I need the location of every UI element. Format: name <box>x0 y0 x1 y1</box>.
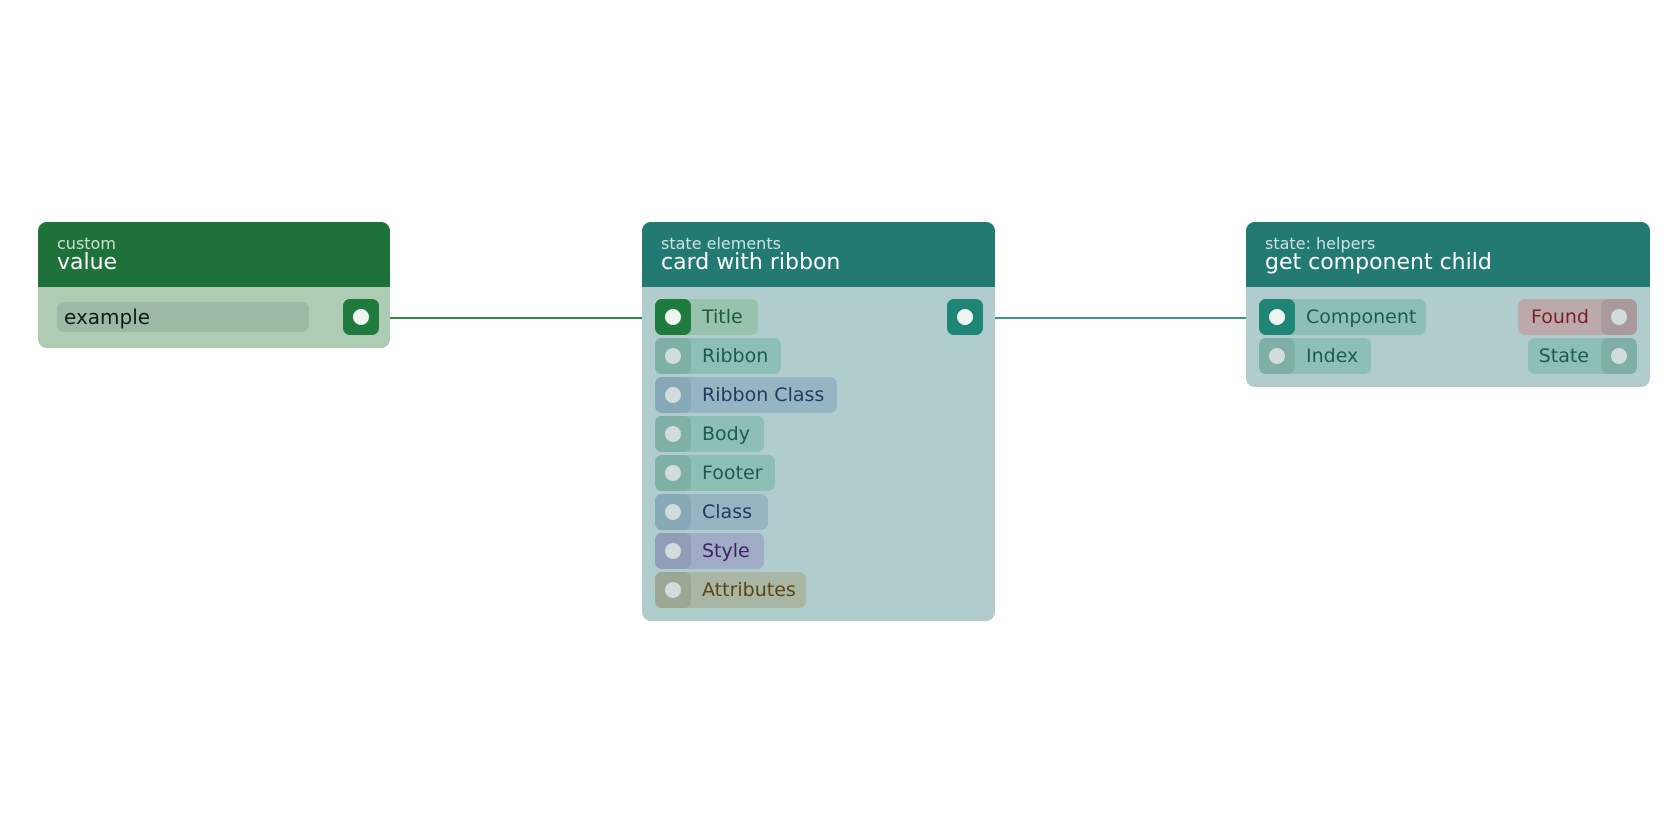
output-port-found[interactable]: Found <box>1518 299 1637 335</box>
port-dot <box>1269 348 1285 364</box>
port-dot <box>665 309 681 325</box>
port-dot <box>1269 309 1285 325</box>
node-title: card with ribbon <box>661 250 841 275</box>
node-header[interactable]: state: helpers get component child <box>1246 222 1650 287</box>
input-port-index[interactable]: Index <box>1259 338 1371 374</box>
port-label: Ribbon Class <box>702 384 825 406</box>
node-custom-value[interactable]: custom value example <box>38 222 390 348</box>
port-label: Found <box>1530 306 1589 328</box>
port-knob[interactable] <box>343 299 379 335</box>
input-port-class[interactable]: Class <box>655 494 768 530</box>
port-knob[interactable] <box>655 494 691 530</box>
input-port-body[interactable]: Body <box>655 416 764 452</box>
port-label: Index <box>1306 345 1359 367</box>
port-dot <box>665 504 681 520</box>
port-knob[interactable] <box>655 572 691 608</box>
port-label: Body <box>702 423 750 445</box>
node-editor-canvas[interactable]: custom value example state elements card… <box>0 0 1680 840</box>
node-header[interactable]: custom value <box>38 222 390 287</box>
port-label: Ribbon <box>702 345 769 367</box>
port-knob[interactable] <box>1601 338 1637 374</box>
output-port-card[interactable] <box>947 299 983 335</box>
node-title: value <box>57 250 118 275</box>
port-knob[interactable] <box>655 377 691 413</box>
input-port-ribbon[interactable]: Ribbon <box>655 338 781 374</box>
output-port-value[interactable] <box>343 299 379 335</box>
port-dot <box>665 465 681 481</box>
output-port-state[interactable]: State <box>1528 338 1637 374</box>
input-port-title[interactable]: Title <box>655 299 758 335</box>
port-knob[interactable] <box>655 416 691 452</box>
port-knob[interactable] <box>1259 299 1295 335</box>
port-knob[interactable] <box>1259 338 1295 374</box>
port-dot <box>665 348 681 364</box>
port-label: Component <box>1306 306 1417 328</box>
port-dot <box>1611 309 1627 325</box>
port-knob[interactable] <box>655 533 691 569</box>
port-dot <box>665 582 681 598</box>
node-title: get component child <box>1265 250 1492 275</box>
input-port-footer[interactable]: Footer <box>655 455 775 491</box>
port-label: Footer <box>702 462 763 484</box>
port-knob[interactable] <box>655 455 691 491</box>
input-port-ribbon-class[interactable]: Ribbon Class <box>655 377 837 413</box>
input-port-component[interactable]: Component <box>1259 299 1426 335</box>
port-dot <box>665 426 681 442</box>
port-label: Attributes <box>702 579 796 601</box>
port-dot <box>1611 348 1627 364</box>
node-get-component-child[interactable]: state: helpers get component child Compo… <box>1246 222 1650 387</box>
port-knob[interactable] <box>1601 299 1637 335</box>
port-dot <box>957 309 973 325</box>
port-knob[interactable] <box>655 299 691 335</box>
input-port-attributes[interactable]: Attributes <box>655 572 806 608</box>
node-category: state: helpers <box>1265 234 1376 253</box>
port-dot <box>665 387 681 403</box>
value-input[interactable]: example <box>57 302 309 332</box>
node-category: custom <box>57 234 116 253</box>
node-header[interactable]: state elements card with ribbon <box>642 222 995 287</box>
port-dot <box>353 309 369 325</box>
port-label: Style <box>702 540 750 562</box>
port-knob[interactable] <box>947 299 983 335</box>
port-knob[interactable] <box>655 338 691 374</box>
port-dot <box>665 543 681 559</box>
port-label: Title <box>702 306 743 328</box>
input-port-style[interactable]: Style <box>655 533 764 569</box>
node-card-with-ribbon[interactable]: state elements card with ribbon Title Ri… <box>642 222 995 621</box>
port-label: Class <box>702 501 752 523</box>
node-category: state elements <box>661 234 781 253</box>
port-label: State <box>1538 345 1589 367</box>
